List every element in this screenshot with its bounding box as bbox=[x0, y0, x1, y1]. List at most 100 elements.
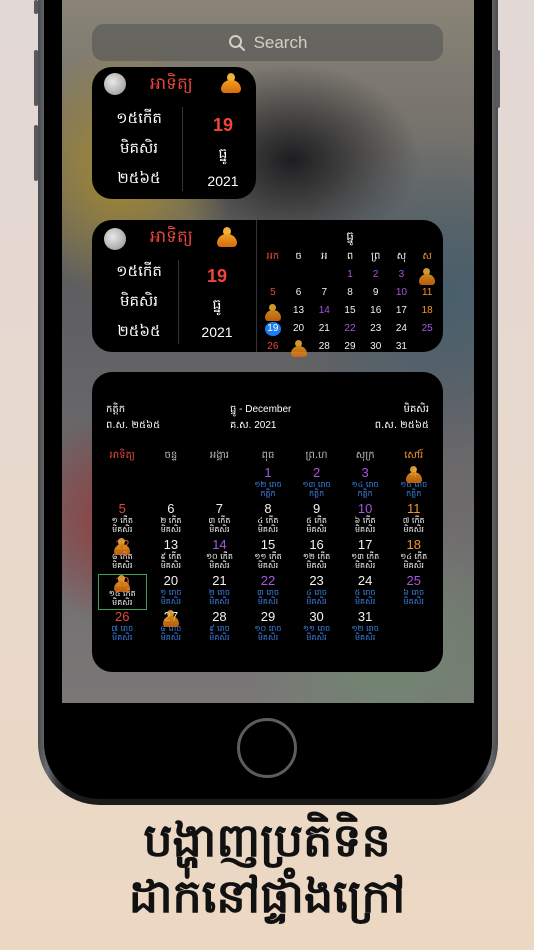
day-cell[interactable]: 25 ៦ រោច មិគសិរ bbox=[389, 574, 438, 610]
lunar-month-label: មិគសិរ bbox=[209, 561, 230, 570]
day-cell[interactable]: 6២ កើត មិគសិរ bbox=[147, 502, 196, 538]
gregorian-month: ធ្នូ bbox=[212, 296, 222, 312]
day-cell[interactable]: 12៨ កើតមិគសិរ bbox=[98, 538, 147, 574]
day-cell[interactable]: 26 ៧ រោច មិគសិរ bbox=[98, 610, 147, 646]
medium-calendar-widget[interactable]: អាទិត្យ ១៥កើត មិគសិរ ២៥៦៥ 19 ធ្នូ 2021 ធ… bbox=[92, 220, 443, 357]
mini-day-cell[interactable]: 10 bbox=[389, 286, 415, 300]
mini-day-cell[interactable]: 2 bbox=[363, 268, 389, 282]
day-cell[interactable]: 22 ៣ រោច មិគសិរ bbox=[244, 574, 293, 610]
lunar-day-label: ១០ កើត bbox=[205, 552, 233, 561]
empty-cell bbox=[147, 466, 196, 502]
mini-day-cell[interactable]: 26 bbox=[260, 340, 286, 354]
mini-day-cell[interactable]: 8 bbox=[337, 286, 363, 300]
large-calendar-widget[interactable]: កត្តិក ព.ស. ២៥៦៥ ធ្នូ - December គ.ស. 20… bbox=[92, 372, 443, 672]
home-button[interactable] bbox=[237, 718, 297, 778]
mini-day-cell[interactable]: 31 bbox=[389, 340, 415, 354]
day-cell[interactable]: 11 ៧ កើត មិគសិរ bbox=[389, 502, 438, 538]
mini-day-cell[interactable]: 6 bbox=[286, 286, 312, 300]
lunar-month-label: កត្តិក bbox=[406, 489, 422, 498]
weekday-header: អាទិត្យ bbox=[109, 450, 135, 461]
day-cell[interactable]: 1 ១២ រោច កត្តិក bbox=[244, 466, 293, 502]
mini-day-cell[interactable]: 22 bbox=[337, 322, 363, 336]
mini-day-cell[interactable]: 25 bbox=[414, 322, 440, 336]
day-number: 13 bbox=[163, 537, 179, 552]
day-cell[interactable]: 29 ១០ រោច មិគសិរ bbox=[244, 610, 293, 646]
day-cell[interactable]: 20 ១ រោច មិគសិរ bbox=[147, 574, 196, 610]
day-cell[interactable]: 10 ៦ កើត មិគសិរ bbox=[341, 502, 390, 538]
mini-day-cell[interactable]: 18 bbox=[414, 304, 440, 318]
lunar-month-label: មិគសិរ bbox=[306, 633, 327, 642]
mini-day-icon-cell[interactable] bbox=[260, 304, 286, 321]
day-cell[interactable]: 24 ៥ រោច មិគសិរ bbox=[341, 574, 390, 610]
day-cell[interactable]: 30 ១១ រោច មិគសិរ bbox=[292, 610, 341, 646]
day-cell[interactable]: 18 ១៤ កើត មិគសិរ bbox=[389, 538, 438, 574]
day-cell[interactable]: 3 ១៤ រោច កត្តិក bbox=[341, 466, 390, 502]
weekday-name: អាទិត្យ bbox=[150, 227, 193, 247]
mini-day-cell[interactable]: 13 bbox=[286, 304, 312, 318]
current-lunar-month: មិគសិរ ព.ស. ២៥៦៥ bbox=[375, 402, 429, 434]
mini-day-cell[interactable]: 15 bbox=[337, 304, 363, 318]
day-cell[interactable]: 8៤ កើត មិគសិរ bbox=[244, 502, 293, 538]
search-bar[interactable]: Search bbox=[92, 24, 443, 61]
mini-day-cell[interactable]: 20 bbox=[286, 322, 312, 336]
day-number: 18 bbox=[406, 537, 421, 552]
day-number: 30 bbox=[309, 609, 324, 624]
mute-switch bbox=[34, 0, 38, 14]
day-cell[interactable]: 7៣ កើត មិគសិរ bbox=[195, 502, 244, 538]
mini-empty-cell bbox=[260, 268, 286, 282]
weekday-header: ចន្ទ bbox=[164, 450, 178, 461]
gregorian-day: 19 bbox=[206, 266, 228, 286]
day-cell[interactable]: 16 ១២ កើត មិគសិរ bbox=[292, 538, 341, 574]
mini-day-icon-cell[interactable] bbox=[286, 340, 312, 357]
mini-day-cell[interactable]: 1 bbox=[337, 268, 363, 282]
mini-day-cell[interactable]: 14 bbox=[311, 304, 337, 318]
small-calendar-widget[interactable]: អាទិត្យ ១៥កើត មិគសិរ ២៥៦៥ 19 ធ្នូ 2021 bbox=[92, 67, 256, 199]
day-cell[interactable]: 21 ២ រោច មិគសិរ bbox=[195, 574, 244, 610]
day-cell[interactable]: 2 ១៣ រោច កត្តិក bbox=[292, 466, 341, 502]
lunar-day-label: ៤ កើត bbox=[257, 516, 279, 525]
mini-day-cell[interactable]: 29 bbox=[337, 340, 363, 354]
mini-day-cell[interactable]: 21 bbox=[311, 322, 337, 336]
mini-day-today[interactable]: 19 bbox=[260, 322, 286, 336]
day-cell[interactable]: 14 ១០ កើត មិគសិរ bbox=[195, 538, 244, 574]
mini-day-cell[interactable]: 11 bbox=[414, 286, 440, 300]
mini-weekday-label: ច bbox=[295, 251, 302, 262]
mini-day-cell[interactable]: 24 bbox=[389, 322, 415, 336]
caption-line-1: បង្ហាញប្រតិទិន bbox=[143, 813, 391, 867]
day-cell[interactable]: 15 ១១ កើត មិគសិរ bbox=[244, 538, 293, 574]
lunar-day-label: ៩ រោច bbox=[208, 624, 230, 633]
day-cell[interactable]: 4១៥ រោចកត្តិក bbox=[389, 466, 438, 502]
mini-day-icon-cell[interactable] bbox=[414, 268, 440, 285]
lunar-day: ១៥កើត bbox=[116, 262, 162, 280]
weekday-header: សុក្រ bbox=[355, 450, 375, 461]
mini-day-cell[interactable]: 16 bbox=[363, 304, 389, 318]
day-cell[interactable]: 28 ៩ រោច មិគសិរ bbox=[195, 610, 244, 646]
day-cell[interactable]: 13 ៩ កើត មិគសិរ bbox=[147, 538, 196, 574]
mini-day-cell[interactable]: 7 bbox=[311, 286, 337, 300]
lunar-day-label: ២ កើត bbox=[160, 516, 182, 525]
day-cell[interactable]: 17 ១៣ កើត មិគសិរ bbox=[341, 538, 390, 574]
day-cell[interactable]: 31 ១២ រោច មិគសិរ bbox=[341, 610, 390, 646]
day-cell[interactable]: 9៥ កើត មិគសិរ bbox=[292, 502, 341, 538]
day-cell[interactable]: 27៨ រោចមិគសិរ bbox=[147, 610, 196, 646]
lunar-month-label: មិគសិរ bbox=[257, 561, 279, 570]
day-number: 17 bbox=[357, 537, 373, 552]
mini-day-cell[interactable]: 5 bbox=[260, 286, 286, 300]
day-cell[interactable]: 5១ កើត មិគសិរ bbox=[98, 502, 147, 538]
mini-day-cell[interactable]: 9 bbox=[363, 286, 389, 300]
day-cell-today[interactable]: 19១៥ កើតមិគសិរ bbox=[98, 574, 147, 610]
day-number: 15 bbox=[260, 537, 276, 552]
previous-lunar-month: កត្តិក ព.ស. ២៥៦៥ bbox=[106, 402, 160, 434]
mini-day-cell[interactable]: 28 bbox=[311, 340, 337, 354]
mini-day-cell[interactable]: 17 bbox=[389, 304, 415, 318]
lunar-month-label: មិគសិរ bbox=[354, 561, 376, 570]
mini-weekday-label: ព្រ bbox=[371, 251, 381, 262]
day-number: 16 bbox=[309, 537, 324, 552]
left-month: កត្តិក bbox=[106, 404, 126, 415]
mini-day-cell[interactable]: 3 bbox=[389, 268, 415, 282]
day-cell[interactable]: 23 ៤ រោច មិគសិរ bbox=[292, 574, 341, 610]
lunar-month-label: មិគសិរ bbox=[306, 525, 327, 534]
mini-day-cell[interactable]: 23 bbox=[363, 322, 389, 336]
buddha-icon bbox=[405, 466, 423, 484]
mini-day-cell[interactable]: 30 bbox=[363, 340, 389, 354]
